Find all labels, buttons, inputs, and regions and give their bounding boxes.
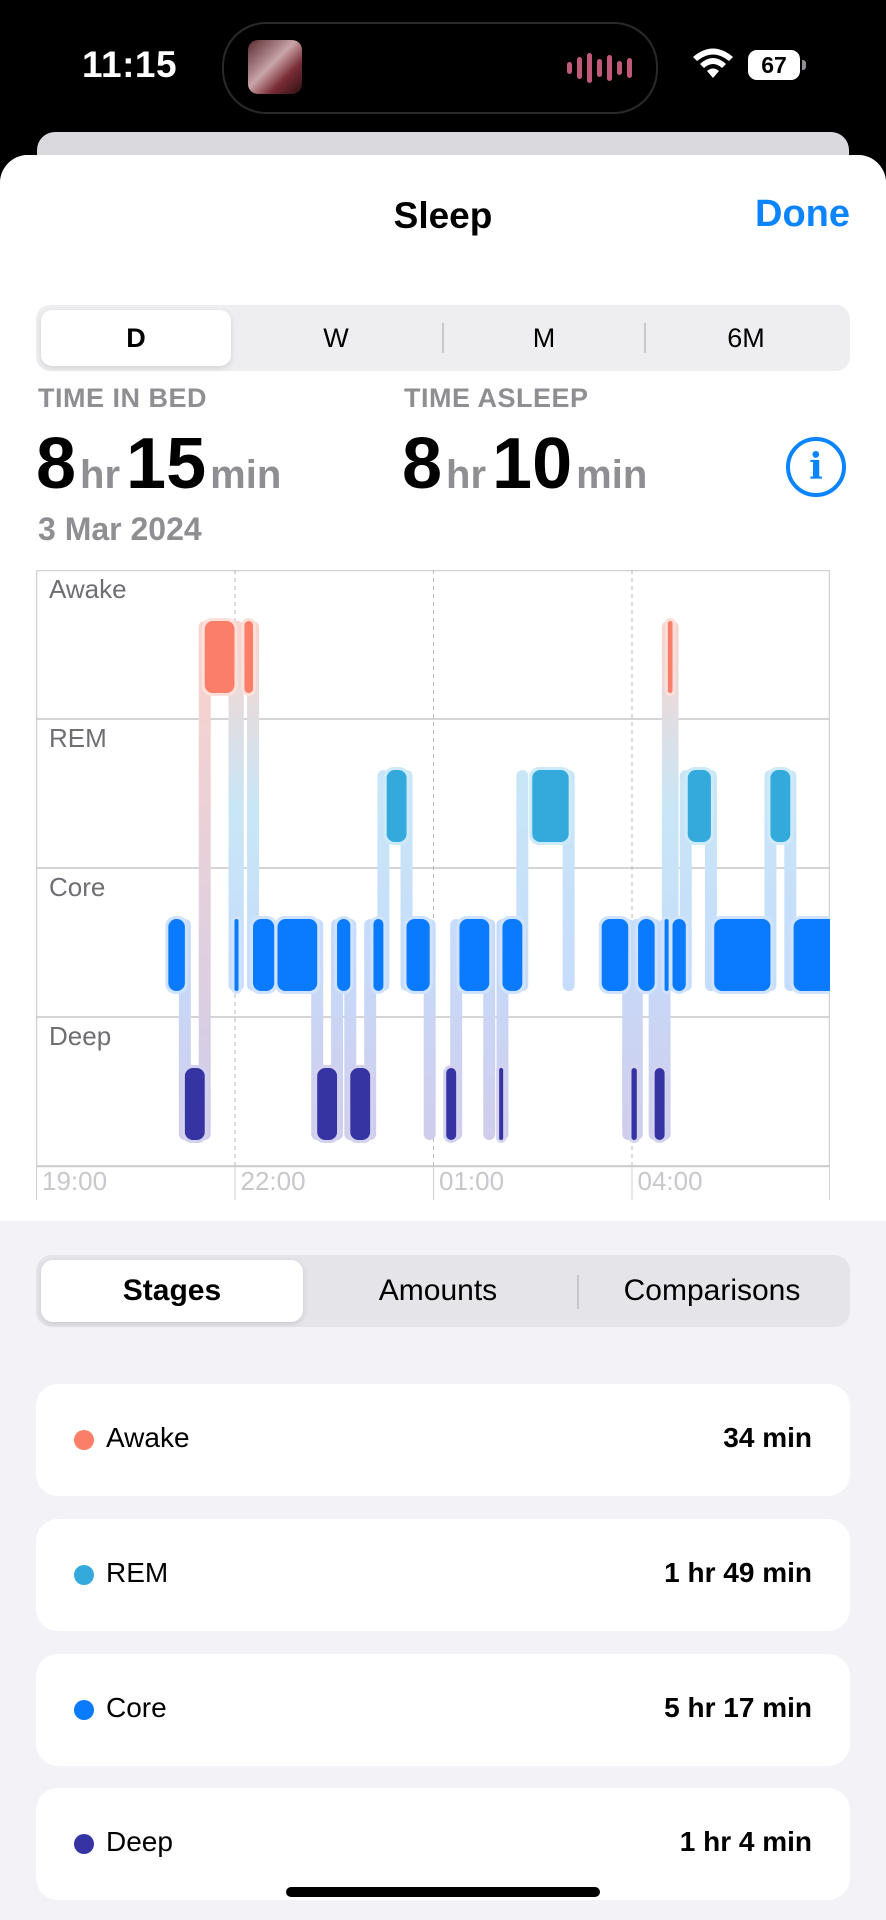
hours-unit: hr xyxy=(446,453,487,497)
time-axis-label: 04:00 xyxy=(638,1166,703,1196)
time-asleep-label: TIME ASLEEP xyxy=(404,383,589,413)
stage-axis-label: Awake xyxy=(49,574,127,604)
stage-segment-core xyxy=(601,919,629,991)
stage-segment-core xyxy=(253,919,275,991)
stage-duration: 34 min xyxy=(723,1422,812,1453)
stage-segment-core xyxy=(672,919,686,991)
battery-indicator: 67 xyxy=(748,50,800,80)
stage-segment-core xyxy=(406,919,430,991)
stage-axis-label: Core xyxy=(49,872,105,902)
stage-duration: 1 hr 4 min xyxy=(679,1826,812,1857)
awake-color-dot xyxy=(74,1430,94,1450)
stage-axis-label: REM xyxy=(49,723,107,753)
stage-segment-core xyxy=(337,919,351,991)
stage-transition-connector xyxy=(198,621,211,1140)
info-icon[interactable]: i xyxy=(786,437,846,497)
time-axis-label: 22:00 xyxy=(241,1166,306,1196)
stage-segment-deep xyxy=(350,1068,371,1140)
sleep-date: 3 Mar 2024 xyxy=(38,511,202,547)
stage-segment-awake xyxy=(667,621,673,693)
range-tab-month[interactable]: M xyxy=(444,310,644,366)
stage-row-rem[interactable]: REM 1 hr 49 min xyxy=(36,1519,850,1631)
stage-segment-core xyxy=(234,919,239,991)
range-segmented-control: D W M 6M xyxy=(36,305,850,371)
time-axis-label: 01:00 xyxy=(439,1166,504,1196)
stage-segment-deep xyxy=(654,1068,665,1140)
stage-segment-core xyxy=(502,919,523,991)
stage-segment-deep xyxy=(446,1068,457,1140)
tab-amounts[interactable]: Amounts xyxy=(304,1260,572,1322)
stage-axis-label: Deep xyxy=(49,1021,111,1051)
minutes-unit: min xyxy=(210,453,282,497)
range-tab-six-months[interactable]: 6M xyxy=(646,310,846,366)
stage-name: Deep xyxy=(106,1826,173,1857)
stage-row-deep[interactable]: Deep 1 hr 4 min xyxy=(36,1788,850,1900)
stage-segment-core xyxy=(459,919,490,991)
status-bar: 11:15 67 xyxy=(0,0,886,130)
stage-name: Core xyxy=(106,1692,167,1723)
minutes-unit: min xyxy=(576,453,648,497)
sleep-sheet: Sleep Done D W M 6M TIME IN BED 8 hr15 min… xyxy=(0,155,886,1920)
time-axis-label: 19:00 xyxy=(42,1166,107,1196)
stage-duration: 1 hr 49 min xyxy=(664,1557,812,1588)
tab-stages[interactable]: Stages xyxy=(41,1260,303,1322)
stage-row-awake[interactable]: Awake 34 min xyxy=(36,1384,850,1496)
stage-segment-rem xyxy=(687,770,711,842)
stage-segment-core xyxy=(373,919,384,991)
range-tab-day[interactable]: D xyxy=(41,310,231,366)
battery-cap xyxy=(802,60,806,70)
time-asleep-value: 8 hr10 min xyxy=(402,423,653,505)
time-in-bed-hours: 8 xyxy=(36,424,77,504)
stage-segment-core xyxy=(793,919,830,991)
stage-segment-rem xyxy=(386,770,407,842)
stage-segment-rem xyxy=(770,770,791,842)
status-time: 11:15 xyxy=(82,44,178,85)
stage-name: Awake xyxy=(106,1422,190,1453)
done-button[interactable]: Done xyxy=(755,193,850,236)
hours-unit: hr xyxy=(80,453,121,497)
detail-segmented-control: Stages Amounts Comparisons xyxy=(36,1255,850,1327)
time-asleep-minutes: 10 xyxy=(492,424,573,504)
wifi-icon xyxy=(693,48,733,78)
stage-segment-core xyxy=(277,919,318,991)
core-color-dot xyxy=(74,1700,94,1720)
deep-color-dot xyxy=(74,1834,94,1854)
summary-area: Sleep Done D W M 6M TIME IN BED 8 hr15 min… xyxy=(0,155,886,1221)
time-in-bed-value: 8 hr15 min xyxy=(36,423,287,505)
stage-segment-awake xyxy=(204,621,235,693)
stage-segment-deep xyxy=(499,1068,504,1140)
sleep-stages-chart[interactable]: Awake REM Core Deep 19:00 22:00 01:00 04:00 xyxy=(36,570,830,1200)
range-tab-week[interactable]: W xyxy=(238,310,434,366)
home-indicator[interactable] xyxy=(286,1887,600,1897)
audio-waveform-icon xyxy=(567,52,632,84)
stage-segment-awake xyxy=(244,621,254,693)
stage-name: REM xyxy=(106,1557,169,1588)
stage-segment-core xyxy=(638,919,655,991)
stage-duration: 5 hr 17 min xyxy=(664,1692,812,1723)
dynamic-island[interactable] xyxy=(222,22,658,114)
stage-segment-deep xyxy=(317,1068,338,1140)
stage-segment-core xyxy=(168,919,185,991)
stage-segment-core xyxy=(664,919,669,991)
tab-comparisons[interactable]: Comparisons xyxy=(579,1260,845,1322)
time-asleep-hours: 8 xyxy=(402,424,443,504)
time-in-bed-minutes: 15 xyxy=(126,424,207,504)
rem-color-dot xyxy=(74,1565,94,1585)
stage-segment-deep xyxy=(631,1068,637,1140)
stage-segment-core xyxy=(714,919,771,991)
time-in-bed-label: TIME IN BED xyxy=(38,383,208,413)
stage-row-core[interactable]: Core 5 hr 17 min xyxy=(36,1654,850,1766)
sheet-title: Sleep xyxy=(393,195,493,236)
stage-segment-deep xyxy=(184,1068,205,1140)
now-playing-artwork[interactable] xyxy=(248,40,302,94)
stage-segment-rem xyxy=(532,770,569,842)
